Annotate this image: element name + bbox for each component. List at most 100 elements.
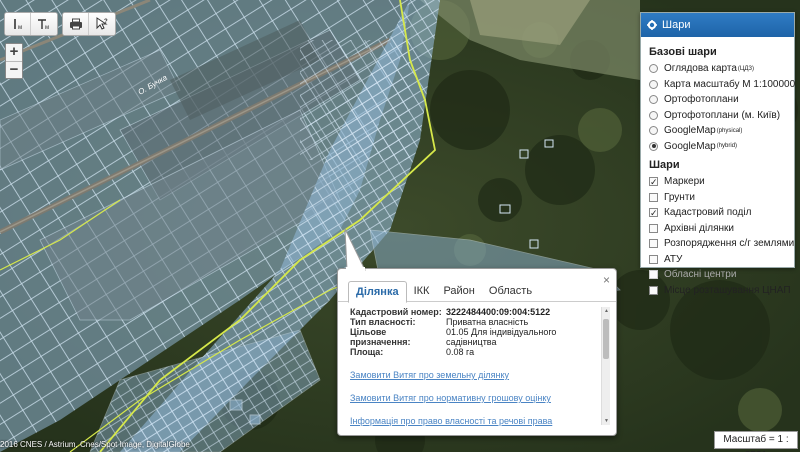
overlay-layer-option[interactable]: Місце розташування ЦНАП [649, 283, 791, 299]
utility-tools: ? [62, 12, 116, 36]
imagery-attribution: 2016 CNES / Astrium, Cnes/Spot Image, Di… [0, 440, 190, 449]
svg-text:м: м [45, 25, 49, 31]
print-button[interactable] [63, 13, 89, 35]
radio-button[interactable] [649, 95, 658, 105]
parcel-field-key: Площа: [350, 347, 384, 357]
parcel-field-value: 01.05 Для індивідуального садівництва [446, 327, 557, 347]
checkbox [649, 270, 658, 280]
base-layer-label: Карта масштабу М 1:100000 [664, 78, 796, 90]
radio-button[interactable] [649, 126, 658, 136]
parcel-info-popup: × Ділянка ІКК Район Область Кадастровий ном… [337, 229, 617, 436]
base-layer-option[interactable]: Карта масштабу М 1:100000 [649, 77, 795, 93]
layers-panel-title: Шари [662, 19, 691, 31]
overlay-layer-option[interactable]: Розпорядження с/г землями [649, 236, 794, 252]
base-layers-list: Оглядова карта (ЦДЗ) Карта масштабу М 1:10… [649, 61, 795, 155]
popup-scrollbar[interactable]: ▲ ▼ [601, 307, 610, 425]
identify-cursor-icon: ? [96, 17, 108, 30]
layers-panel: Шари Базові шари Оглядова карта (ЦДЗ) Карт… [640, 12, 795, 296]
overlay-layer-option[interactable]: Грунти [649, 190, 788, 206]
base-layer-sup: (physical) [716, 127, 743, 134]
base-layer-option[interactable]: GoogleMap (hybrid) [649, 139, 788, 155]
order-extract-link[interactable]: Інформація про право власності та речові… [350, 416, 610, 426]
parcel-fields: Кадастровий номер: 3222484400:09:004:5122… [350, 307, 610, 357]
popup-tab[interactable]: ІКК [407, 281, 437, 302]
base-layer-option[interactable]: GoogleMap (physical) [649, 123, 788, 139]
overlay-layer-label: Обласні центри [664, 269, 737, 281]
base-layers-title: Базові шари [649, 46, 717, 58]
checkbox[interactable]: ✓ [649, 208, 658, 218]
checkbox[interactable] [649, 254, 658, 264]
overlay-layers-list: ✓ Маркери Грунти ✓ Кадастровий поділ Архівні … [649, 174, 794, 299]
parcel-field-value: 0.08 га [446, 347, 475, 357]
popup-tab[interactable]: Область [482, 281, 539, 302]
base-layer-option[interactable]: Ортофотоплани (м. Київ) [649, 108, 788, 124]
overlay-layer-option: Обласні центри [649, 267, 788, 283]
overlay-layer-option[interactable]: ✓ Маркери [649, 174, 788, 190]
identify-button[interactable]: ? [89, 13, 115, 35]
radio-button[interactable] [649, 110, 658, 120]
order-extract-link[interactable]: Замовити Витяг про земельну ділянку [350, 370, 610, 380]
measure-area-button[interactable]: м [31, 13, 57, 35]
parcel-field-row: Цільове призначення: 01.05 Для індивідуал… [350, 327, 610, 347]
overlay-layers-title: Шари [649, 159, 680, 171]
overlay-layer-label: Розпорядження с/г землями [664, 238, 795, 250]
parcel-field-row: Тип власності: Приватна власність [350, 317, 610, 327]
scale-indicator: Масштаб = 1 : 8531 [714, 431, 798, 452]
print-icon [69, 18, 82, 30]
base-layer-label: GoogleMap [664, 125, 716, 137]
zoom-in-button[interactable]: + [6, 44, 22, 61]
order-extract-link[interactable]: Замовити Витяг про нормативну грошову оц… [350, 393, 610, 403]
gear-icon [647, 20, 657, 30]
overlay-layer-label: Кадастровий поділ [664, 207, 752, 219]
popup-pointer [344, 229, 366, 271]
parcel-field-value: Приватна власність [446, 317, 529, 327]
map-toolbar: м м ? [4, 12, 116, 36]
overlay-layer-option[interactable]: ✓ Кадастровий поділ [649, 205, 788, 221]
parcel-links: Замовити Витяг про земельну ділянку Замов… [350, 370, 610, 426]
checkbox[interactable]: ✓ [649, 177, 658, 187]
svg-text:?: ? [104, 19, 108, 25]
checkbox[interactable] [649, 223, 658, 233]
base-layer-label: GoogleMap [664, 140, 716, 152]
parcel-field-key: Тип власності: [350, 317, 416, 327]
base-layer-option[interactable]: Ортофотоплани [649, 92, 788, 108]
parcel-field-key: Кадастровий номер: [350, 307, 442, 317]
radio-button[interactable] [649, 141, 658, 151]
base-layer-label: Оглядова карта [664, 63, 737, 75]
overlay-layer-label: Архівні ділянки [664, 222, 734, 234]
overlay-layer-label: Грунти [664, 191, 695, 203]
checkbox[interactable] [649, 285, 658, 295]
overlay-layer-option[interactable]: Архівні ділянки [649, 221, 788, 237]
radio-button[interactable] [649, 64, 658, 74]
scroll-down-icon[interactable]: ▼ [602, 418, 610, 424]
overlay-layer-label: АТУ [664, 253, 683, 265]
base-layer-sup: (ЦДЗ) [737, 65, 755, 72]
parcel-field-key: Цільове призначення: [350, 327, 411, 347]
overlay-layer-label: Маркери [664, 176, 705, 188]
zoom-control: + − [5, 43, 23, 79]
popup-tab[interactable]: Ділянка [348, 281, 407, 303]
popup-tab[interactable]: Район [436, 281, 481, 302]
base-layer-label: Ортофотоплани [664, 94, 739, 106]
parcel-details: Кадастровий номер: 3222484400:09:004:5122… [350, 307, 610, 429]
checkbox[interactable] [649, 192, 658, 202]
radio-button[interactable] [649, 79, 658, 89]
base-layer-label: Ортофотоплани (м. Київ) [664, 109, 781, 121]
popup-tabs: Ділянка ІКК Район Область [338, 269, 616, 303]
base-layer-option[interactable]: Оглядова карта (ЦДЗ) [649, 61, 788, 77]
scroll-up-icon[interactable]: ▲ [602, 308, 610, 314]
layers-panel-header[interactable]: Шари [641, 13, 794, 37]
popup-close-button[interactable]: × [603, 273, 610, 287]
zoom-out-button[interactable]: − [6, 61, 22, 78]
measure-distance-icon: м [13, 19, 22, 31]
parcel-field-value: 3222484400:09:004:5122 [446, 307, 551, 317]
parcel-field-row: Площа: 0.08 га [350, 347, 610, 357]
overlay-layer-option[interactable]: АТУ [649, 252, 788, 268]
scroll-thumb[interactable] [603, 319, 609, 359]
parcel-field-row: Кадастровий номер: 3222484400:09:004:5122 [350, 307, 610, 317]
measure-area-icon: м [38, 19, 49, 31]
checkbox[interactable] [649, 239, 658, 249]
measure-distance-button[interactable]: м [5, 13, 31, 35]
overlay-layer-label: Місце розташування ЦНАП [664, 284, 791, 296]
base-layer-sup: (hybrid) [716, 143, 738, 150]
